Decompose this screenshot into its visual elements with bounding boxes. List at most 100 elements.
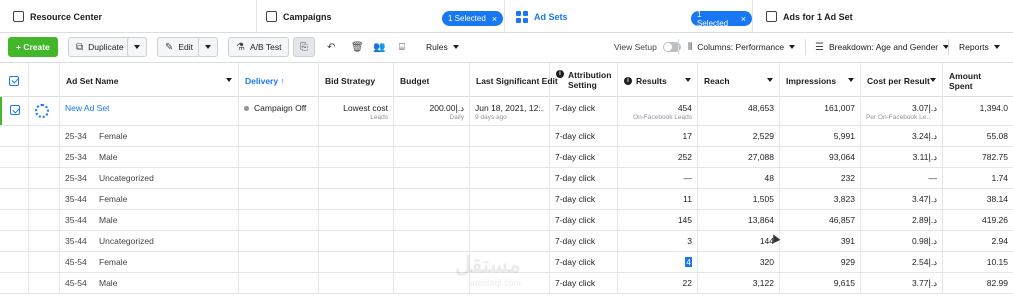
- ad-set-name-link[interactable]: New Ad Set: [65, 103, 233, 113]
- row-toggle-cell[interactable]: [29, 97, 60, 125]
- col-results[interactable]: i Results: [618, 63, 698, 98]
- impressions-value: 5,991: [833, 131, 855, 141]
- clipboard-icon: ⎘: [300, 41, 308, 53]
- results-value: 3: [687, 236, 692, 246]
- col-reach[interactable]: Reach: [698, 63, 780, 98]
- spent-value: 782.75: [982, 152, 1008, 162]
- duplicate-label: Duplicate: [88, 42, 124, 52]
- status-toggle-icon[interactable]: [35, 104, 49, 118]
- nav-campaigns[interactable]: Campaigns 1 Selected ×: [257, 0, 505, 33]
- segment-age: 35-44: [65, 215, 87, 225]
- rules-button[interactable]: Rules: [418, 37, 467, 57]
- clear-campaigns-icon[interactable]: ×: [492, 14, 497, 24]
- nav-ad-sets[interactable]: Ad Sets 1 Selected ×: [505, 0, 753, 33]
- bid-cell[interactable]: Lowest cost Leads: [319, 97, 394, 125]
- top-nav: Resource Center Campaigns 1 Selected × A…: [0, 0, 1013, 33]
- duplicate-dropdown-button[interactable]: [127, 37, 147, 57]
- col-delivery[interactable]: Delivery ↑: [239, 63, 319, 98]
- reports-dropdown[interactable]: Reports: [959, 37, 1000, 57]
- columns-dropdown[interactable]: ⫴ Columns: Performance: [688, 37, 796, 57]
- row-select-cell[interactable]: [0, 97, 29, 125]
- attribution-cell: 7-day click: [550, 168, 618, 188]
- empty-cell: [29, 210, 60, 230]
- ad-set-row[interactable]: New Ad Set Campaign Off Lowest cost Lead…: [0, 97, 1013, 126]
- col-reach-label: Reach: [704, 75, 730, 86]
- ab-test-label: A/B Test: [249, 42, 282, 52]
- select-all-checkbox[interactable]: [9, 75, 19, 86]
- empty-cell: [470, 189, 550, 209]
- empty-cell: [319, 273, 394, 293]
- reports-label: Reports: [959, 42, 989, 52]
- campaigns-selected-pill[interactable]: 1 Selected ×: [442, 11, 504, 26]
- segment-cell: 35-44 Male: [60, 210, 239, 230]
- budget-cell[interactable]: 200.00د.إ Daily: [394, 97, 470, 125]
- results-cell: 11: [618, 189, 698, 209]
- create-button[interactable]: + Create: [8, 37, 58, 57]
- impressions-value: 46,857: [829, 215, 855, 225]
- col-bid-strategy[interactable]: Bid Strategy: [319, 63, 394, 98]
- col-last-edit[interactable]: Last Significant Edit: [470, 63, 558, 98]
- col-cost-per-result[interactable]: Cost per Result: [861, 63, 943, 98]
- empty-cell: [29, 189, 60, 209]
- col-ad-set-name[interactable]: Ad Set Name: [60, 63, 239, 98]
- duplicate-icon: ⧉: [76, 41, 84, 53]
- cpr-value: 3.47د.إ: [911, 194, 937, 204]
- chevron-down-icon: [452, 45, 459, 49]
- segment-cell: 45-54 Female: [60, 252, 239, 272]
- chevron-down-icon: [205, 45, 211, 49]
- attribution-value: 7-day click: [555, 257, 596, 267]
- spent-cell: 1.74: [943, 168, 1013, 188]
- col-budget-label: Budget: [400, 75, 430, 86]
- edit-button[interactable]: ✎ Edit: [157, 37, 202, 57]
- empty-cell: [319, 189, 394, 209]
- col-cost-per-result-label: Cost per Result: [867, 75, 930, 86]
- reach-cell: 144: [698, 231, 780, 251]
- attribution-value: 7-day click: [555, 215, 596, 225]
- select-all-cell[interactable]: [0, 63, 29, 98]
- audience-button[interactable]: 👥: [366, 37, 393, 57]
- empty-cell: [0, 168, 29, 188]
- ad-set-name-cell[interactable]: New Ad Set: [60, 97, 239, 125]
- results-value: —: [683, 173, 693, 183]
- nav-ads[interactable]: Ads for 1 Ad Set: [753, 0, 1013, 33]
- col-budget[interactable]: Budget: [394, 63, 470, 98]
- nav-campaigns-label: Campaigns: [283, 11, 332, 22]
- cpr-value: 3.77د.إ: [911, 278, 937, 288]
- empty-cell: [394, 210, 470, 230]
- spent-value: 1.74: [991, 173, 1008, 183]
- col-attribution[interactable]: i Attribution Setting: [550, 63, 618, 98]
- breakdown-dropdown[interactable]: ☰ Breakdown: Age and Gender: [815, 37, 950, 57]
- attribution-cell: 7-day click: [550, 210, 618, 230]
- col-delivery-label: Delivery ↑: [245, 75, 285, 86]
- ab-test-button[interactable]: ⚗ A/B Test: [228, 37, 290, 57]
- ad-sets-selected-pill[interactable]: 1 Selected ×: [691, 10, 752, 28]
- nav-resource-center-label: Resource Center: [30, 11, 103, 22]
- row-checkbox[interactable]: [10, 105, 20, 115]
- impressions-cell: 232: [780, 168, 861, 188]
- empty-cell: [0, 147, 29, 167]
- clear-ad-sets-icon[interactable]: ×: [741, 14, 746, 24]
- budget-sub: Daily: [449, 114, 464, 121]
- undo-button[interactable]: ↶: [320, 37, 343, 57]
- results-cell: 17: [618, 126, 698, 146]
- impressions-cell: 161,007: [780, 97, 861, 125]
- nav-resource-center[interactable]: Resource Center: [0, 0, 257, 33]
- attribution-value: 7-day click: [555, 152, 596, 162]
- view-setup-label: View Setup: [614, 42, 657, 52]
- col-impressions[interactable]: Impressions: [780, 63, 861, 98]
- duplicate-button[interactable]: ⧉ Duplicate: [68, 37, 132, 57]
- col-results-label: Results: [636, 75, 667, 86]
- col-amount-spent[interactable]: Amount Spent: [943, 63, 1013, 98]
- selected-text[interactable]: 4: [685, 257, 692, 267]
- cpr-cell: 3.24د.إ: [861, 126, 943, 146]
- impressions-value: 232: [840, 173, 855, 183]
- trash-icon: 🗑: [351, 41, 364, 53]
- tag-button[interactable]: ⌸: [392, 37, 412, 57]
- view-setup-toggle[interactable]: View Setup: [614, 37, 681, 57]
- impressions-value: 161,007: [824, 103, 855, 113]
- results-value: 17: [682, 131, 692, 141]
- copy-button[interactable]: ⎘: [293, 37, 315, 57]
- empty-cell: [0, 189, 29, 209]
- edit-dropdown-button[interactable]: [198, 37, 218, 57]
- empty-cell: [239, 189, 319, 209]
